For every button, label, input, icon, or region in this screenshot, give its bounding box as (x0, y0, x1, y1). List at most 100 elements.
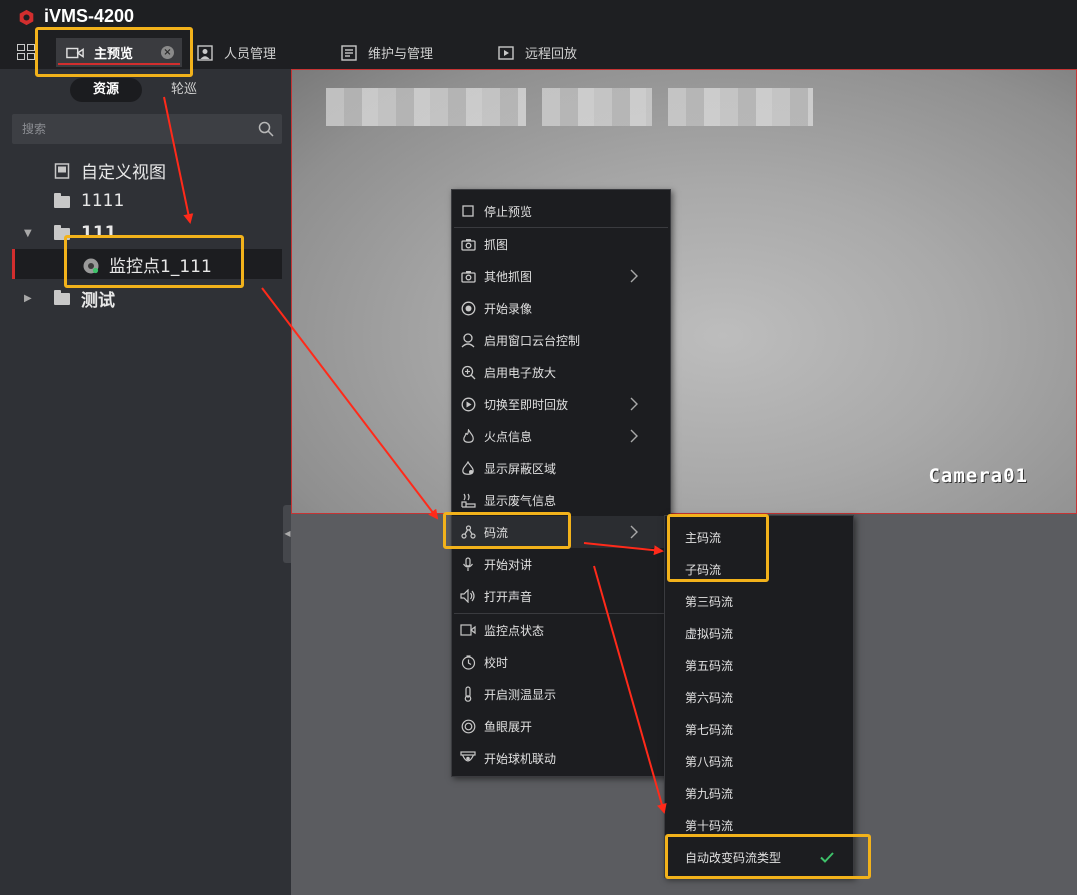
camera-icon (460, 236, 476, 252)
blurred-text (668, 88, 813, 126)
search-box (12, 114, 282, 144)
camera-osd-label: Camera01 (928, 465, 1028, 487)
menu-item-start-recording[interactable]: 开始录像 (452, 292, 670, 324)
annotation-box-main-tab (35, 27, 193, 77)
segment-resources[interactable]: 资源 (70, 78, 142, 102)
menu-item-open-sound[interactable]: 打开声音 (452, 580, 670, 612)
context-menu: 停止预览 抓图 其他抓图 开始录像 启用窗口云台控制 启用电子放大 切换至即时回… (451, 189, 671, 777)
chevron-right-icon (630, 269, 638, 283)
annotation-box-main-sub-stream (667, 514, 769, 582)
submenu-item-fifth-stream[interactable]: 第五码流 (665, 649, 853, 681)
folder-icon (54, 193, 70, 208)
camera-status-icon (460, 622, 476, 638)
menu-label: 校时 (484, 655, 509, 670)
annotation-box-auto-stream (665, 834, 871, 879)
menu-label: 火点信息 (484, 429, 533, 444)
zoom-in-icon (460, 364, 476, 380)
menu-label: 抓图 (484, 237, 509, 252)
submenu-item-ninth-stream[interactable]: 第九码流 (665, 777, 853, 809)
submenu-item-virtual-stream[interactable]: 虚拟码流 (665, 617, 853, 649)
menu-label: 打开声音 (484, 589, 533, 604)
maintenance-icon (340, 44, 358, 61)
menu-label: 开始球机联动 (484, 751, 557, 766)
tab-maintenance[interactable]: 维护与管理 (340, 38, 433, 67)
menu-item-capture[interactable]: 抓图 (452, 228, 670, 260)
menu-item-time-sync[interactable]: 校时 (452, 646, 670, 678)
menu-label: 开始录像 (484, 301, 533, 316)
chevron-right-icon (630, 429, 638, 443)
blurred-text (542, 88, 652, 126)
tree-item-label: 自定义视图 (81, 162, 166, 183)
menu-item-other-capture[interactable]: 其他抓图 (452, 260, 670, 292)
video-window-1[interactable]: Camera01 (291, 69, 1077, 514)
mask-area-icon (460, 460, 476, 476)
menu-item-stop-preview[interactable]: 停止预览 (452, 195, 670, 227)
menu-label: 开启测温显示 (484, 687, 557, 702)
menu-label: 停止预览 (484, 204, 533, 219)
tree-item-custom-view[interactable]: 自定义视图 (0, 155, 282, 185)
menu-item-digital-zoom[interactable]: 启用电子放大 (452, 356, 670, 388)
microphone-icon (460, 556, 476, 572)
search-icon[interactable] (258, 121, 274, 137)
submenu-item-sixth-stream[interactable]: 第六码流 (665, 681, 853, 713)
ptz-icon (460, 332, 476, 348)
folder-icon (54, 290, 70, 305)
expand-down-icon[interactable]: ▼ (24, 228, 36, 239)
menu-label: 显示屏蔽区域 (484, 461, 557, 476)
search-input[interactable] (12, 114, 252, 144)
menu-item-camera-status[interactable]: 监控点状态 (452, 614, 670, 646)
menu-label: 显示废气信息 (484, 493, 557, 508)
annotation-box-camera (64, 235, 244, 288)
menu-item-ptz-control[interactable]: 启用窗口云台控制 (452, 324, 670, 356)
submenu-item-seventh-stream[interactable]: 第七码流 (665, 713, 853, 745)
menu-item-privacy-mask[interactable]: 显示屏蔽区域 (452, 452, 670, 484)
clock-icon (460, 654, 476, 670)
chevron-right-icon (630, 525, 638, 539)
menu-label: 开始对讲 (484, 557, 533, 572)
menu-label: 启用电子放大 (484, 365, 557, 380)
dome-camera-icon (460, 750, 476, 766)
grid-menu-icon[interactable] (17, 44, 35, 60)
menu-label: 其他抓图 (484, 269, 533, 284)
menu-item-temperature-display[interactable]: 开启测温显示 (452, 678, 670, 710)
tab-people-management[interactable]: 人员管理 (196, 38, 276, 67)
instant-playback-icon (460, 396, 476, 412)
exhaust-icon (460, 492, 476, 508)
playback-icon (497, 45, 515, 61)
thermometer-icon (460, 686, 476, 702)
menu-item-start-talk[interactable]: 开始对讲 (452, 548, 670, 580)
person-card-icon (196, 44, 214, 61)
speaker-icon (460, 588, 476, 604)
menu-label: 启用窗口云台控制 (484, 333, 581, 348)
resource-segment-control: 资源 轮巡 (70, 78, 220, 102)
menu-item-fisheye-expand[interactable]: 鱼眼展开 (452, 710, 670, 742)
tree-item-folder-1111[interactable]: 1111 (0, 186, 282, 216)
tab-label: 人员管理 (224, 47, 277, 62)
menu-label: 鱼眼展开 (484, 719, 533, 734)
tree-item-label: 1111 (81, 191, 125, 211)
resource-panel: 资源 轮巡 自定义视图 1111 ▼ 111 监控点1_111 ▶ 测试 (0, 69, 291, 895)
record-icon (460, 300, 476, 316)
segment-patrol[interactable]: 轮巡 (148, 78, 220, 102)
menu-label: 监控点状态 (484, 623, 545, 638)
chevron-right-icon (630, 397, 638, 411)
tab-label: 维护与管理 (368, 47, 434, 62)
submenu-item-eighth-stream[interactable]: 第八码流 (665, 745, 853, 777)
custom-view-icon (54, 163, 70, 179)
tree-item-label: 测试 (81, 290, 115, 311)
tab-remote-playback[interactable]: 远程回放 (497, 38, 577, 67)
square-icon (460, 203, 476, 219)
menu-item-instant-playback[interactable]: 切换至即时回放 (452, 388, 670, 420)
fire-icon (460, 428, 476, 444)
menu-label: 切换至即时回放 (484, 397, 569, 412)
submenu-item-third-stream[interactable]: 第三码流 (665, 585, 853, 617)
app-logo-icon (19, 9, 34, 26)
menu-item-dome-linkage[interactable]: 开始球机联动 (452, 742, 670, 774)
camera-icon (460, 268, 476, 284)
blurred-text (326, 88, 526, 126)
app-title: iVMS-4200 (44, 6, 135, 26)
tab-label: 远程回放 (525, 47, 578, 62)
expand-right-icon[interactable]: ▶ (24, 293, 36, 304)
fisheye-icon (460, 718, 476, 734)
menu-item-fire-info[interactable]: 火点信息 (452, 420, 670, 452)
